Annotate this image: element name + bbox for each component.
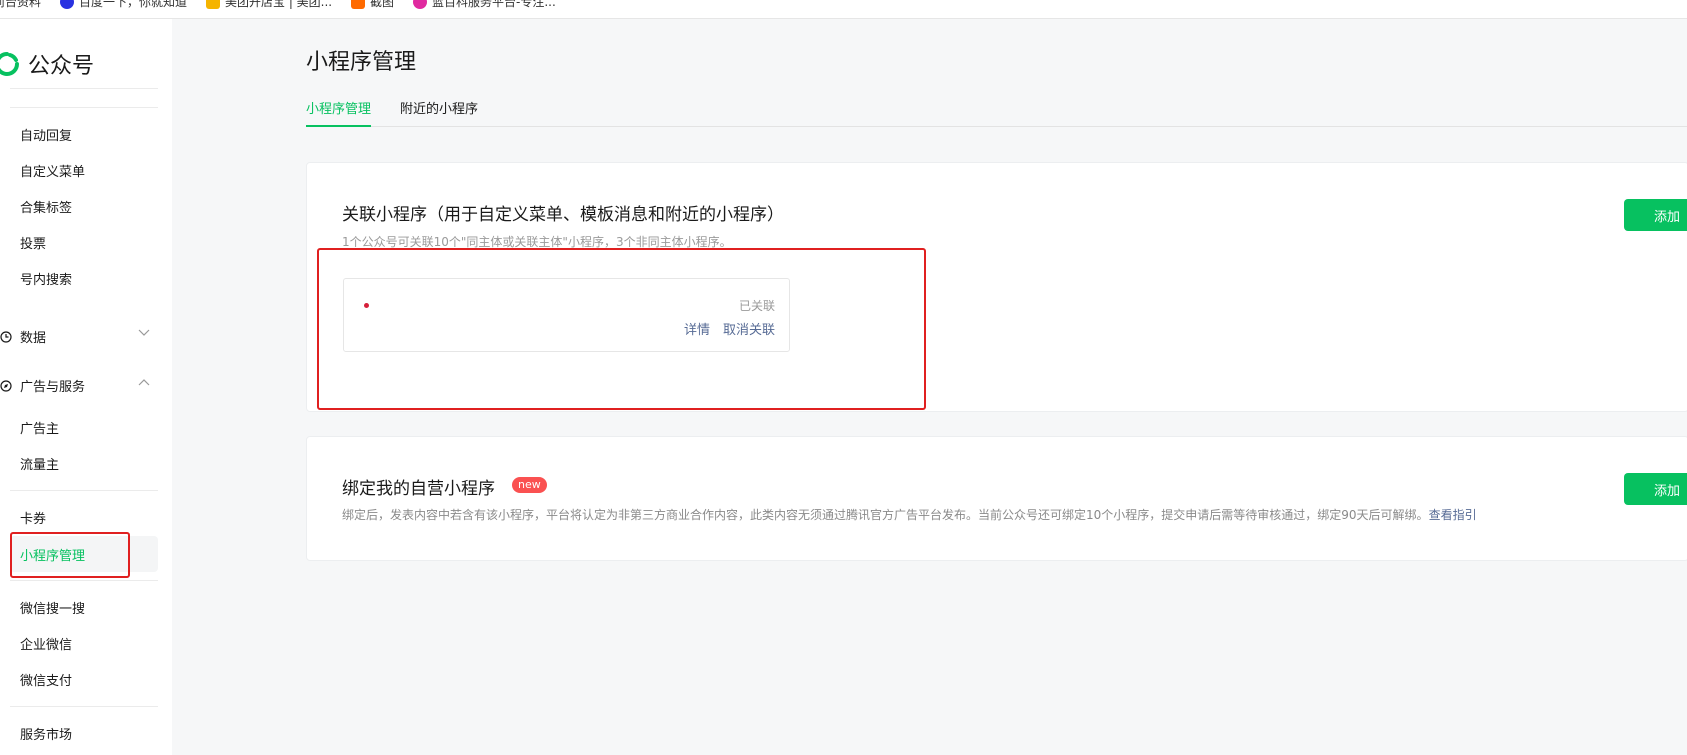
bookmark-item[interactable]: 百度一下，你就知道	[60, 0, 187, 10]
new-badge: new	[512, 477, 547, 493]
sidebar-item-wechat-pay[interactable]: 微信支付	[20, 670, 72, 689]
sidebar-item-traffic-owner[interactable]: 流量主	[20, 454, 59, 473]
sidebar-item-service-market[interactable]: 服务市场	[20, 724, 72, 743]
bookmark-label: 美团开店宝 | 美团...	[225, 0, 333, 9]
compass-icon	[0, 379, 12, 392]
bookmark-item[interactable]: 截图	[351, 0, 394, 10]
sidebar-item-collection-tags[interactable]: 合集标签	[20, 197, 72, 216]
brand-logo[interactable]: 公众号	[0, 48, 94, 80]
sidebar-divider	[10, 490, 158, 491]
bound-desc-text: 绑定后，发表内容中若含有该小程序，平台将认定为非第三方商业合作内容，此类内容无须…	[342, 508, 1429, 522]
bound-section-desc: 绑定后，发表内容中若含有该小程序，平台将认定为非第三方商业合作内容，此类内容无须…	[342, 506, 1477, 523]
bookmark-item[interactable]: 前台资料	[0, 0, 41, 10]
sidebar: 公众号 自动回复 自定义菜单 合集标签 投票 号内搜索 数据 广告与服务 广告主…	[0, 19, 172, 755]
page-title: 小程序管理	[306, 50, 417, 75]
sidebar-item-advertiser[interactable]: 广告主	[20, 418, 59, 437]
sidebar-group-label: 数据	[20, 331, 47, 346]
data-clock-icon	[0, 330, 12, 343]
highlight-box-sidebar-active	[10, 532, 130, 578]
chevron-down-icon	[138, 329, 150, 336]
sidebar-item-card-coupon[interactable]: 卡券	[20, 508, 46, 527]
tab-nearby-miniprograms[interactable]: 附近的小程序	[400, 98, 478, 125]
baidu-icon	[60, 0, 74, 9]
sidebar-item-auto-reply[interactable]: 自动回复	[20, 125, 72, 144]
brand-name: 公众号	[28, 54, 95, 79]
bookmark-item[interactable]: 蓝百科服务平台-专注...	[413, 0, 556, 10]
sidebar-item-vote[interactable]: 投票	[20, 233, 46, 252]
sidebar-group-data[interactable]: 数据	[0, 327, 150, 346]
bookmark-label: 蓝百科服务平台-专注...	[432, 0, 556, 9]
add-linked-miniprogram-button[interactable]: 添加	[1624, 199, 1687, 231]
highlight-box-linked-item	[317, 248, 926, 410]
view-guide-link[interactable]: 查看指引	[1429, 508, 1477, 522]
sidebar-item-wechat-search[interactable]: 微信搜一搜	[20, 598, 85, 617]
tab-bar: 小程序管理 附近的小程序	[306, 98, 1687, 127]
chevron-up-icon	[138, 379, 150, 386]
screenshot-icon	[351, 0, 365, 9]
sidebar-divider	[10, 580, 158, 581]
bookmark-label: 截图	[370, 0, 395, 9]
add-bound-miniprogram-button[interactable]: 添加	[1624, 473, 1687, 505]
bound-section-title: 绑定我的自营小程序	[342, 479, 495, 499]
meituan-icon	[206, 0, 220, 9]
bookmarks-bar: 前台资料 百度一下，你就知道 美团开店宝 | 美团... 截图 蓝百科服务平台-…	[0, 0, 1687, 19]
flower-icon	[413, 0, 427, 9]
tab-miniprogram-management[interactable]: 小程序管理	[306, 98, 372, 127]
sidebar-group-ads-services[interactable]: 广告与服务	[0, 376, 150, 395]
sidebar-divider	[10, 706, 158, 707]
sidebar-group-label: 广告与服务	[20, 380, 86, 395]
bound-miniprogram-card	[306, 436, 1687, 561]
sidebar-item-custom-menu[interactable]: 自定义菜单	[20, 161, 85, 180]
sidebar-item-wecom[interactable]: 企业微信	[20, 634, 72, 653]
bookmark-label: 百度一下，你就知道	[79, 0, 188, 9]
linked-section-title: 关联小程序（用于自定义菜单、模板消息和附近的小程序）	[342, 205, 784, 225]
gongzhonghao-logo-icon	[0, 52, 19, 76]
sidebar-divider	[10, 107, 158, 108]
bookmark-item[interactable]: 美团开店宝 | 美团...	[206, 0, 332, 10]
sidebar-divider	[10, 88, 158, 89]
sidebar-item-in-account-search[interactable]: 号内搜索	[20, 269, 72, 288]
bookmark-label: 前台资料	[0, 0, 42, 9]
